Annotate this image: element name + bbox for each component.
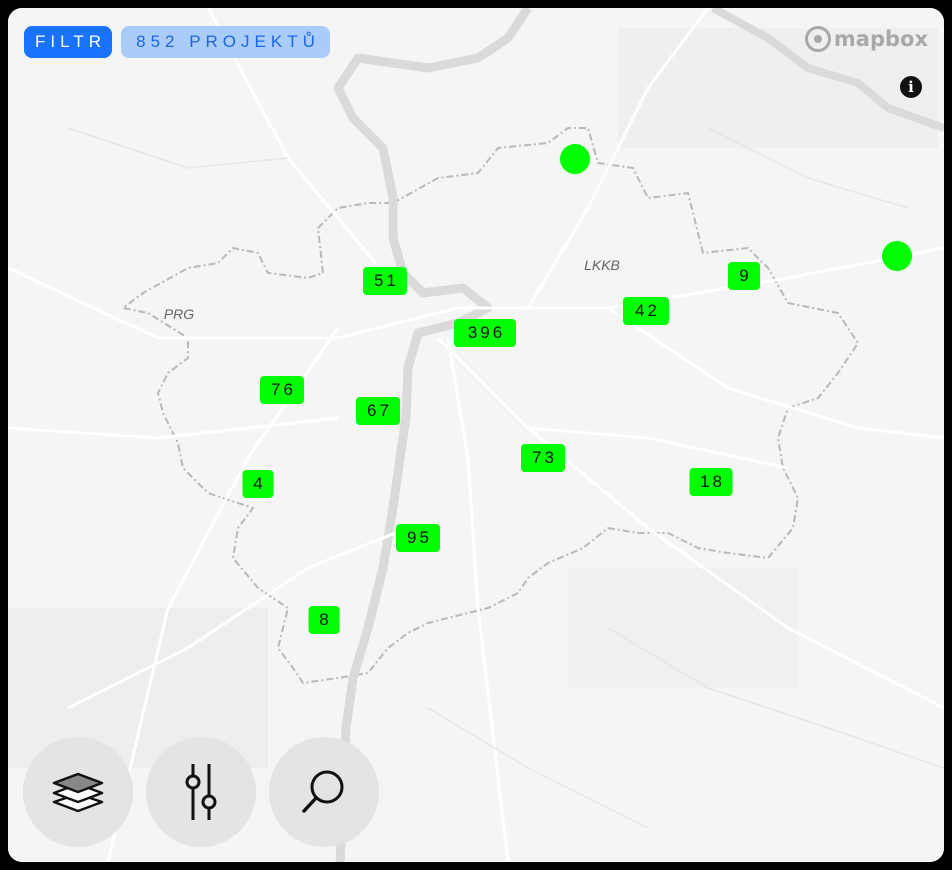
cluster-marker[interactable]: 18 [689,468,733,496]
search-icon [302,770,344,813]
project-point-marker[interactable] [882,241,912,271]
layers-button[interactable] [23,737,133,847]
cluster-marker[interactable]: 73 [521,444,565,472]
cluster-marker[interactable]: 67 [356,397,400,425]
cluster-marker[interactable]: 95 [396,524,440,552]
map-base[interactable] [8,8,944,862]
cluster-marker[interactable]: 76 [260,376,304,404]
mapbox-logo[interactable]: mapbox [804,26,928,52]
cluster-marker[interactable]: 396 [454,319,516,347]
cluster-marker[interactable]: 4 [242,470,274,498]
filter-sliders-button[interactable] [146,737,256,847]
cluster-marker[interactable]: 8 [308,606,340,634]
search-button[interactable] [269,737,379,847]
layers-icon [52,772,104,813]
cluster-marker[interactable]: 51 [363,267,407,295]
cluster-marker[interactable]: 9 [728,262,760,290]
map-container[interactable]: PRG LKKB 51 396 42 9 76 67 4 73 18 95 8 … [8,8,944,862]
sliders-icon [185,764,217,820]
info-icon[interactable]: i [900,76,922,98]
place-label-prg: PRG [163,306,195,322]
filter-button[interactable]: FILTR [24,26,112,58]
mapbox-logo-text: mapbox [833,27,928,51]
mapbox-logo-icon [804,26,831,52]
project-point-marker[interactable] [560,144,590,174]
place-label-lkkb: LKKB [584,257,620,273]
project-count-badge: 852 PROJEKTŮ [121,26,330,58]
cluster-marker[interactable]: 42 [623,297,669,325]
